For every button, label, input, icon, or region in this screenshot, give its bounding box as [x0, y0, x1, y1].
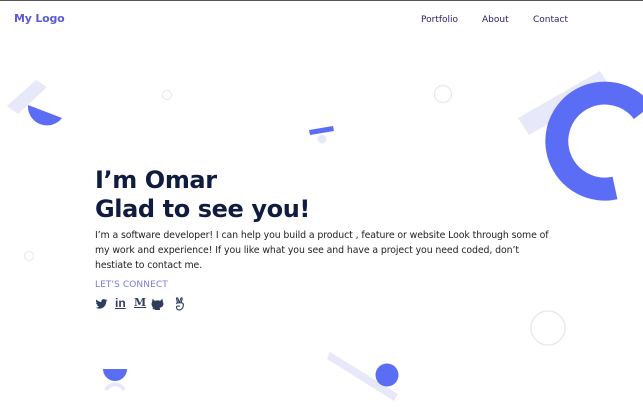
- hero-description: I’m a software developer! I can help you…: [95, 230, 549, 271]
- main-nav: Portfolio About Contact: [0, 15, 643, 29]
- github-icon[interactable]: [151, 296, 164, 310]
- decor-half-circle-bottom-left: [103, 369, 127, 381]
- decor-outline-circle-left: [24, 251, 34, 261]
- decor-blue-arc-right: [545, 81, 643, 201]
- decor-lavender-bar-top-left: [7, 80, 47, 114]
- decor-lavender-arc-bottom-left: [104, 382, 126, 392]
- decor-outline-circle-small: [162, 90, 172, 100]
- hero-title-line-1: I’m Omar: [95, 166, 217, 194]
- decor-blue-dash: [309, 126, 334, 135]
- decor-outline-circle-large: [530, 310, 566, 346]
- nav-link-about[interactable]: About: [482, 15, 509, 25]
- hero-title-line-2: Glad to see you!: [95, 195, 310, 223]
- decor-outline-circle-medium: [433, 84, 453, 104]
- decor-blue-circle-bottom: [375, 363, 399, 387]
- angellist-icon[interactable]: [175, 296, 185, 311]
- page: My Logo Portfolio About Contact I’m Omar…: [0, 0, 643, 407]
- nav-link-contact[interactable]: Contact: [533, 15, 568, 25]
- decor-lavender-dot: [317, 134, 327, 144]
- decor-half-circle-top-left: [27, 105, 62, 126]
- medium-icon[interactable]: M: [134, 296, 146, 310]
- linkedin-icon[interactable]: in: [115, 296, 129, 310]
- nav-link-portfolio[interactable]: Portfolio: [421, 15, 458, 25]
- lets-connect-label: LET'S CONNECT: [95, 280, 168, 290]
- twitter-icon[interactable]: [95, 296, 108, 310]
- hero-title: I’m Omar Glad to see you!: [95, 166, 310, 224]
